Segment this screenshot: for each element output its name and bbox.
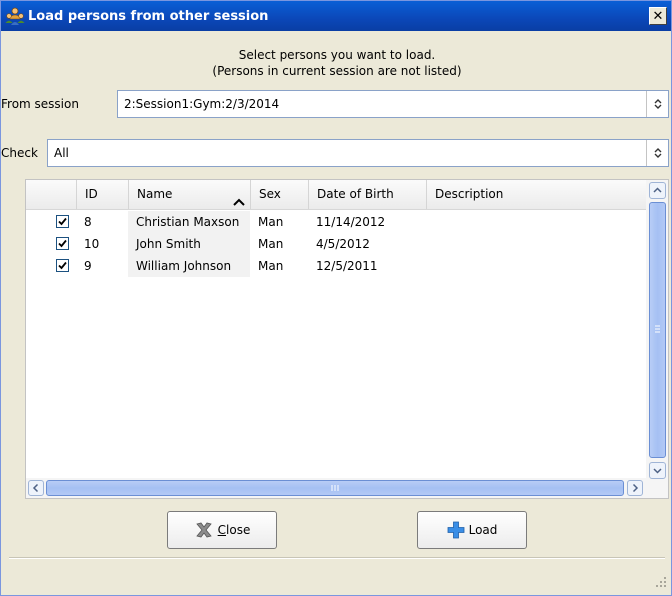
cell-id: 10 <box>84 237 100 251</box>
row-checkbox[interactable] <box>56 259 69 272</box>
from-session-value: 2:Session1:Gym:2/3/2014 <box>124 97 280 111</box>
chevron-right-icon <box>632 483 639 493</box>
cell-name: William Johnson <box>128 255 250 277</box>
table-row[interactable]: 8 Christian Maxson Man 11/14/2012 <box>26 211 646 233</box>
row-checkbox[interactable] <box>56 215 69 228</box>
x-icon <box>194 520 214 540</box>
vertical-scrollbar[interactable] <box>646 180 668 498</box>
cell-dob: 12/5/2011 <box>316 259 378 273</box>
up-down-arrows-icon[interactable] <box>646 140 668 166</box>
cell-id: 8 <box>84 215 92 229</box>
column-header-description[interactable]: Description <box>426 180 646 209</box>
title-bar[interactable]: Load persons from other session ✕ <box>1 1 671 31</box>
column-header-id[interactable]: ID <box>76 180 128 209</box>
cell-name: Christian Maxson <box>128 211 250 233</box>
cell-description <box>426 211 646 233</box>
cell-description <box>426 255 646 277</box>
check-value: All <box>54 146 69 160</box>
chevron-up-icon <box>653 187 662 193</box>
persons-group-icon <box>5 6 25 26</box>
checkmark-icon <box>58 239 67 248</box>
check-combo[interactable]: All <box>47 139 669 167</box>
resize-grip-icon[interactable] <box>655 576 667 591</box>
vertical-scroll-thumb[interactable] <box>649 202 666 458</box>
chevron-left-icon <box>32 483 39 493</box>
chevron-down-icon <box>653 468 662 474</box>
horizontal-scrollbar[interactable] <box>26 478 646 498</box>
checkmark-icon <box>58 217 67 226</box>
close-icon: ✕ <box>652 8 664 24</box>
instructions: Select persons you want to load. (Person… <box>1 47 672 79</box>
horizontal-scroll-thumb[interactable] <box>46 480 624 496</box>
persons-table[interactable]: ID Name Sex Date of Birth Description 8 … <box>25 179 669 499</box>
instructions-line-1: Select persons you want to load. <box>238 48 436 62</box>
column-header-dob[interactable]: Date of Birth <box>308 180 426 209</box>
grip-lines-icon <box>331 485 339 491</box>
close-button[interactable]: Close <box>167 511 277 549</box>
row-checkbox[interactable] <box>56 237 69 250</box>
from-session-label: From session <box>1 97 79 111</box>
check-label: Check <box>1 146 38 160</box>
close-button-label: Close <box>217 523 251 537</box>
scroll-down-button[interactable] <box>649 462 666 479</box>
column-header-sex[interactable]: Sex <box>250 180 308 209</box>
column-header-name[interactable]: Name <box>128 180 250 209</box>
column-header-check[interactable] <box>26 180 76 209</box>
cell-description <box>426 233 646 255</box>
table-header: ID Name Sex Date of Birth Description <box>26 180 646 210</box>
cell-dob: 11/14/2012 <box>316 215 386 229</box>
cell-sex: Man <box>258 259 284 273</box>
column-header-name-label: Name <box>137 187 173 201</box>
scroll-right-button[interactable] <box>627 480 643 496</box>
table-row[interactable]: 9 William Johnson Man 12/5/2011 <box>26 255 646 277</box>
window-close-button[interactable]: ✕ <box>649 7 667 25</box>
cell-name: John Smith <box>128 233 250 255</box>
scroll-left-button[interactable] <box>28 480 44 496</box>
instructions-line-2: (Persons in current session are not list… <box>212 64 462 78</box>
cell-id: 9 <box>84 259 92 273</box>
plus-icon <box>447 521 465 539</box>
load-button[interactable]: Load <box>417 511 527 549</box>
table-row[interactable]: 10 John Smith Man 4/5/2012 <box>26 233 646 255</box>
grip-lines-icon <box>655 325 660 333</box>
window-title: Load persons from other session <box>28 8 269 24</box>
cell-dob: 4/5/2012 <box>316 237 370 251</box>
checkmark-icon <box>58 261 67 270</box>
status-separator <box>9 557 665 559</box>
cell-sex: Man <box>258 237 284 251</box>
cell-sex: Man <box>258 215 284 229</box>
dialog-window: Load persons from other session ✕ Select… <box>0 0 672 596</box>
from-session-combo[interactable]: 2:Session1:Gym:2/3/2014 <box>117 90 669 118</box>
up-down-arrows-icon[interactable] <box>646 91 668 117</box>
load-button-label: Load <box>468 523 498 537</box>
scroll-up-button[interactable] <box>649 182 666 199</box>
